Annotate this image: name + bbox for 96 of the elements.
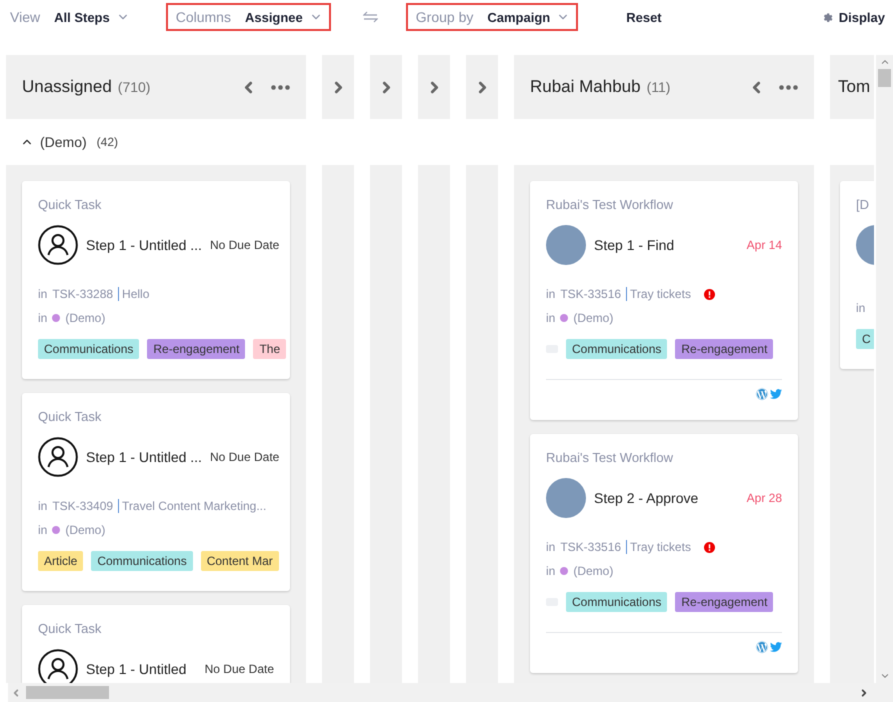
workflow-label: [D — [856, 197, 870, 212]
twitter-icon — [770, 388, 782, 400]
meta-text: in — [38, 499, 48, 513]
wordpress-icon — [756, 388, 768, 400]
step-title[interactable]: Step 1 - Find — [594, 237, 739, 253]
workflow-label: Rubai's Test Workflow — [546, 450, 674, 465]
user-icon — [38, 437, 78, 477]
column-title: Rubai Mahbub — [530, 77, 641, 97]
task-card[interactable]: Quick Task Step 1 - Untitled ... No Due Date in TSK-33409 Travel Content Marketing... in (Demo) Article Communications Content Mar — [22, 393, 290, 591]
due-date: Apr 14 — [746, 238, 782, 252]
tag: Content Mar — [200, 551, 279, 571]
tag: C — [856, 329, 874, 349]
group-title: (Demo) — [40, 134, 87, 150]
step-title[interactable]: Step 1 - Untitled ... — [86, 449, 202, 465]
scroll-up-icon — [880, 58, 888, 66]
task-card[interactable]: [D in C — [840, 181, 874, 369]
tag: Article — [38, 551, 84, 571]
ellipsis-icon — [779, 84, 798, 90]
tag: Communications — [566, 592, 668, 612]
scroll-thumb[interactable] — [878, 69, 891, 87]
avatar-photo — [546, 225, 586, 265]
meta-text: in — [546, 540, 556, 554]
workflow-label: Quick Task — [38, 621, 102, 636]
horizontal-scrollbar[interactable] — [8, 683, 893, 702]
scroll-left-icon — [12, 688, 20, 696]
scroll-thumb[interactable] — [26, 686, 109, 699]
user-icon — [38, 225, 78, 265]
avatar-photo — [546, 478, 586, 518]
tag: Communications — [91, 551, 193, 571]
chevron-down-icon — [310, 12, 321, 22]
wordpress-icon — [756, 641, 768, 653]
project-name: (Demo) — [573, 311, 614, 325]
meta-text: in — [38, 523, 48, 537]
chevron-left-icon — [750, 80, 763, 94]
task-name: Tray tickets — [626, 287, 691, 301]
task-name: Tray tickets — [626, 540, 691, 554]
due-date: No Due Date — [210, 238, 280, 252]
project-name: (Demo) — [65, 523, 106, 537]
caret-up-icon — [22, 137, 32, 147]
workflow-label: Quick Task — [38, 409, 102, 424]
task-card[interactable]: Rubai's Test Workflow Step 2 - Approve Apr 28 in TSK-33516 Tray tickets in (Demo) Communications Re-engagement — [530, 434, 798, 673]
workflow-label: Rubai's Test Workflow — [546, 197, 674, 212]
step-title[interactable]: Step 1 - Untitled ... — [86, 237, 202, 253]
task-name: Hello — [118, 287, 150, 301]
column-title: Unassigned — [22, 77, 112, 97]
meta-text: in — [38, 287, 48, 301]
collapse-column-button[interactable] — [242, 80, 255, 94]
tag: Communications — [38, 339, 140, 359]
step-title[interactable]: Step 1 - Untitled — [86, 661, 197, 677]
chevron-left-icon — [242, 80, 255, 94]
picker-dropdown[interactable]: Campaign — [487, 10, 568, 24]
column-title: Tom — [838, 77, 870, 97]
scroll-right-icon — [860, 688, 868, 696]
tag: Re-engagement — [147, 339, 246, 359]
collapse-column-button[interactable] — [750, 80, 763, 94]
project-name: (Demo) — [573, 564, 614, 578]
due-date: No Due Date — [210, 450, 280, 464]
group-count: (42) — [96, 135, 118, 149]
display-button[interactable]: Display — [822, 3, 885, 31]
tag: Re-engagement — [675, 592, 774, 612]
project-name: (Demo) — [65, 311, 106, 325]
column-count: (710) — [118, 79, 150, 95]
more-button[interactable] — [779, 84, 798, 90]
tag: Re-engagement — [675, 339, 774, 359]
twitter-icon — [770, 641, 782, 653]
workflow-label: Quick Task — [38, 197, 102, 212]
task-card[interactable]: Quick Task Step 1 - Untitled No Due Date — [22, 605, 290, 683]
picker-label: View — [10, 9, 40, 25]
meta-text: in — [546, 287, 556, 301]
picker-dropdown[interactable]: All Steps — [54, 10, 128, 24]
more-button[interactable] — [271, 84, 290, 90]
chevron-down-icon — [558, 12, 568, 22]
task-name: Travel Content Marketing... — [118, 499, 266, 513]
tag: Communications — [566, 339, 668, 359]
step-title[interactable]: Step 2 - Approve — [594, 490, 739, 506]
meta-text: in — [546, 311, 556, 325]
chevron-down-icon — [118, 12, 128, 22]
vertical-scrollbar[interactable] — [876, 55, 893, 683]
picker-label: Columns — [176, 9, 231, 25]
due-date: Apr 28 — [746, 491, 782, 505]
task-card[interactable]: Rubai's Test Workflow Step 1 - Find Apr 14 in TSK-33516 Tray tickets in (Demo) Communications Re-engagement — [530, 181, 798, 420]
column-count: (11) — [646, 79, 670, 95]
scroll-down-icon — [880, 672, 888, 680]
meta-text: in — [546, 564, 556, 578]
due-date: No Due Date — [204, 662, 274, 676]
meta-text: in — [38, 311, 48, 325]
settings-icon — [822, 12, 833, 22]
picker-label: Group by — [416, 9, 474, 25]
tag: The — [253, 339, 286, 359]
group-toggle[interactable] — [22, 137, 32, 147]
user-icon — [38, 649, 78, 683]
meta-text: in — [856, 301, 866, 315]
ellipsis-icon — [271, 84, 290, 90]
task-card[interactable]: Quick Task Step 1 - Untitled ... No Due Date in TSK-33288 Hello in (Demo) Communications Re-engagement The — [22, 181, 290, 379]
picker-dropdown[interactable]: Assignee — [244, 10, 321, 24]
reset-button[interactable]: Reset — [626, 3, 662, 31]
